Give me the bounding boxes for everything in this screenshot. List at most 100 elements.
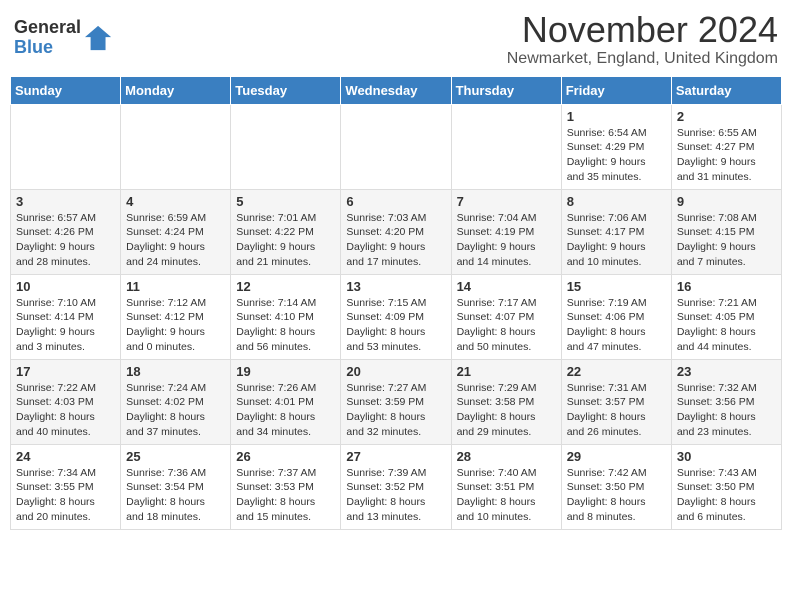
day-number: 5 (236, 194, 335, 209)
day-cell-19: 19Sunrise: 7:26 AM Sunset: 4:01 PM Dayli… (231, 359, 341, 444)
day-number: 28 (457, 449, 556, 464)
day-cell-24: 24 Sunrise: 7:34 AM Sunset: 3:55 PM Dayli… (11, 444, 121, 529)
day-cell-22: 22Sunrise: 7:31 AM Sunset: 3:57 PM Dayli… (561, 359, 671, 444)
day-cell-28: 28 Sunrise: 7:40 AM Sunset: 3:51 PM Dayli… (451, 444, 561, 529)
week-row-5: 24 Sunrise: 7:34 AM Sunset: 3:55 PM Dayli… (11, 444, 782, 529)
logo: General Blue (14, 18, 113, 58)
day-cell-empty (121, 104, 231, 189)
day-info: Sunrise: 7:04 AM Sunset: 4:19 PM Dayligh… (457, 211, 556, 270)
day-info: Sunrise: 7:27 AM Sunset: 3:59 PM Dayligh… (346, 381, 445, 440)
day-number: 1 (567, 109, 666, 124)
day-info: Sunrise: 7:29 AM Sunset: 3:58 PM Dayligh… (457, 381, 556, 440)
day-info: Sunrise: 7:31 AM Sunset: 3:57 PM Dayligh… (567, 381, 666, 440)
day-cell-17: 17 Sunrise: 7:22 AM Sunset: 4:03 PM Dayli… (11, 359, 121, 444)
day-cell-empty (11, 104, 121, 189)
day-info: Sunrise: 7:10 AM Sunset: 4:14 PM Dayligh… (16, 296, 115, 355)
day-info: Sunrise: 7:22 AM Sunset: 4:03 PM Dayligh… (16, 381, 115, 440)
day-cell-empty (231, 104, 341, 189)
day-number: 4 (126, 194, 225, 209)
day-cell-27: 27 Sunrise: 7:39 AM Sunset: 3:52 PM Dayli… (341, 444, 451, 529)
day-number: 14 (457, 279, 556, 294)
calendar-table: SundayMondayTuesdayWednesdayThursdayFrid… (10, 76, 782, 530)
day-info: Sunrise: 7:06 AM Sunset: 4:17 PM Dayligh… (567, 211, 666, 270)
day-info: Sunrise: 7:14 AM Sunset: 4:10 PM Dayligh… (236, 296, 335, 355)
week-row-3: 10Sunrise: 7:10 AM Sunset: 4:14 PM Dayli… (11, 274, 782, 359)
calendar-header: SundayMondayTuesdayWednesdayThursdayFrid… (11, 76, 782, 104)
day-number: 26 (236, 449, 335, 464)
day-cell-11: 11 Sunrise: 7:12 AM Sunset: 4:12 PM Dayli… (121, 274, 231, 359)
day-info: Sunrise: 6:59 AM Sunset: 4:24 PM Dayligh… (126, 211, 225, 270)
logo-icon (85, 24, 113, 52)
day-number: 23 (677, 364, 776, 379)
day-info: Sunrise: 7:40 AM Sunset: 3:51 PM Dayligh… (457, 466, 556, 525)
day-cell-18: 18 Sunrise: 7:24 AM Sunset: 4:02 PM Dayli… (121, 359, 231, 444)
day-cell-6: 6Sunrise: 7:03 AM Sunset: 4:20 PM Daylig… (341, 189, 451, 274)
logo-general: General (14, 18, 81, 38)
day-number: 25 (126, 449, 225, 464)
day-cell-23: 23 Sunrise: 7:32 AM Sunset: 3:56 PM Dayli… (671, 359, 781, 444)
day-cell-empty (341, 104, 451, 189)
day-number: 27 (346, 449, 445, 464)
day-info: Sunrise: 7:32 AM Sunset: 3:56 PM Dayligh… (677, 381, 776, 440)
day-number: 9 (677, 194, 776, 209)
header-saturday: Saturday (671, 76, 781, 104)
day-info: Sunrise: 7:43 AM Sunset: 3:50 PM Dayligh… (677, 466, 776, 525)
day-cell-2: 2 Sunrise: 6:55 AM Sunset: 4:27 PM Daylig… (671, 104, 781, 189)
header-friday: Friday (561, 76, 671, 104)
day-info: Sunrise: 7:12 AM Sunset: 4:12 PM Dayligh… (126, 296, 225, 355)
title-section: November 2024 Newmarket, England, United… (507, 10, 778, 68)
day-cell-5: 5Sunrise: 7:01 AM Sunset: 4:22 PM Daylig… (231, 189, 341, 274)
day-number: 20 (346, 364, 445, 379)
day-number: 12 (236, 279, 335, 294)
day-cell-9: 9 Sunrise: 7:08 AM Sunset: 4:15 PM Daylig… (671, 189, 781, 274)
header-wednesday: Wednesday (341, 76, 451, 104)
day-cell-empty (451, 104, 561, 189)
day-info: Sunrise: 7:34 AM Sunset: 3:55 PM Dayligh… (16, 466, 115, 525)
day-info: Sunrise: 6:54 AM Sunset: 4:29 PM Dayligh… (567, 126, 666, 185)
day-info: Sunrise: 7:37 AM Sunset: 3:53 PM Dayligh… (236, 466, 335, 525)
day-info: Sunrise: 6:55 AM Sunset: 4:27 PM Dayligh… (677, 126, 776, 185)
logo-blue: Blue (14, 38, 81, 58)
day-info: Sunrise: 7:36 AM Sunset: 3:54 PM Dayligh… (126, 466, 225, 525)
day-cell-16: 16Sunrise: 7:21 AM Sunset: 4:05 PM Dayli… (671, 274, 781, 359)
day-cell-7: 7Sunrise: 7:04 AM Sunset: 4:19 PM Daylig… (451, 189, 561, 274)
header-thursday: Thursday (451, 76, 561, 104)
day-number: 3 (16, 194, 115, 209)
day-number: 15 (567, 279, 666, 294)
header-monday: Monday (121, 76, 231, 104)
day-info: Sunrise: 7:17 AM Sunset: 4:07 PM Dayligh… (457, 296, 556, 355)
day-number: 30 (677, 449, 776, 464)
day-number: 6 (346, 194, 445, 209)
day-number: 8 (567, 194, 666, 209)
day-cell-20: 20 Sunrise: 7:27 AM Sunset: 3:59 PM Dayli… (341, 359, 451, 444)
day-cell-13: 13 Sunrise: 7:15 AM Sunset: 4:09 PM Dayli… (341, 274, 451, 359)
week-row-2: 3Sunrise: 6:57 AM Sunset: 4:26 PM Daylig… (11, 189, 782, 274)
day-number: 11 (126, 279, 225, 294)
day-info: Sunrise: 7:08 AM Sunset: 4:15 PM Dayligh… (677, 211, 776, 270)
day-info: Sunrise: 7:19 AM Sunset: 4:06 PM Dayligh… (567, 296, 666, 355)
day-cell-1: 1 Sunrise: 6:54 AM Sunset: 4:29 PM Daylig… (561, 104, 671, 189)
day-number: 17 (16, 364, 115, 379)
day-number: 18 (126, 364, 225, 379)
day-cell-15: 15 Sunrise: 7:19 AM Sunset: 4:06 PM Dayli… (561, 274, 671, 359)
calendar-body: 1 Sunrise: 6:54 AM Sunset: 4:29 PM Daylig… (11, 104, 782, 529)
day-cell-10: 10Sunrise: 7:10 AM Sunset: 4:14 PM Dayli… (11, 274, 121, 359)
day-cell-30: 30 Sunrise: 7:43 AM Sunset: 3:50 PM Dayli… (671, 444, 781, 529)
day-number: 24 (16, 449, 115, 464)
day-info: Sunrise: 7:39 AM Sunset: 3:52 PM Dayligh… (346, 466, 445, 525)
day-cell-12: 12 Sunrise: 7:14 AM Sunset: 4:10 PM Dayli… (231, 274, 341, 359)
day-cell-25: 25 Sunrise: 7:36 AM Sunset: 3:54 PM Dayli… (121, 444, 231, 529)
day-info: Sunrise: 7:15 AM Sunset: 4:09 PM Dayligh… (346, 296, 445, 355)
month-title: November 2024 (507, 10, 778, 50)
day-number: 13 (346, 279, 445, 294)
day-cell-21: 21Sunrise: 7:29 AM Sunset: 3:58 PM Dayli… (451, 359, 561, 444)
day-info: Sunrise: 7:24 AM Sunset: 4:02 PM Dayligh… (126, 381, 225, 440)
day-info: Sunrise: 7:26 AM Sunset: 4:01 PM Dayligh… (236, 381, 335, 440)
day-number: 29 (567, 449, 666, 464)
day-cell-3: 3Sunrise: 6:57 AM Sunset: 4:26 PM Daylig… (11, 189, 121, 274)
day-number: 2 (677, 109, 776, 124)
week-row-4: 17 Sunrise: 7:22 AM Sunset: 4:03 PM Dayli… (11, 359, 782, 444)
day-cell-29: 29Sunrise: 7:42 AM Sunset: 3:50 PM Dayli… (561, 444, 671, 529)
location-subtitle: Newmarket, England, United Kingdom (507, 50, 778, 68)
day-cell-4: 4 Sunrise: 6:59 AM Sunset: 4:24 PM Daylig… (121, 189, 231, 274)
